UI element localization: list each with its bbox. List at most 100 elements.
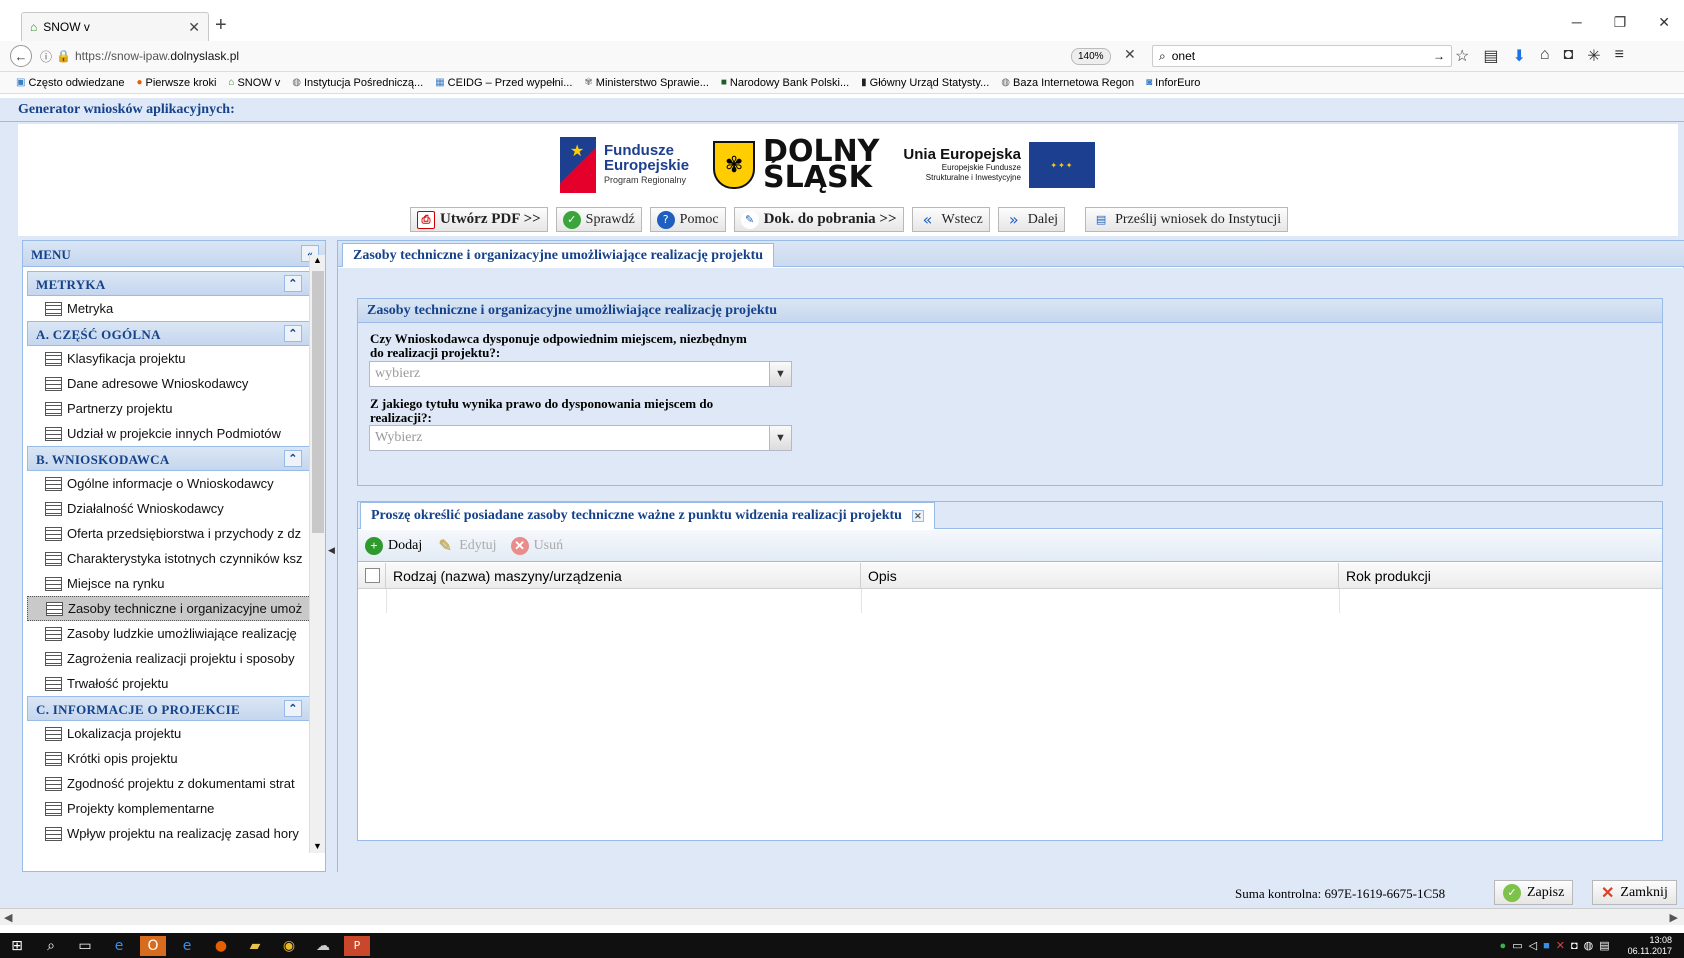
menu-item[interactable]: Udział w projekcie innych Podmiotów bbox=[27, 421, 311, 446]
column-header-year[interactable]: Rok produkcji bbox=[1339, 563, 1662, 589]
bookmark-item[interactable]: ▮ Główny Urząd Statysty... bbox=[861, 77, 989, 89]
menu-item[interactable]: Wpływ projektu na realizację zasad hory bbox=[27, 821, 311, 846]
bookmark-star-icon[interactable]: ☆ bbox=[1455, 46, 1469, 66]
bookmark-item[interactable]: ▣ Często odwiedzane bbox=[16, 77, 124, 89]
tab-zasoby-techniczne[interactable]: Zasoby techniczne i organizacyjne umożli… bbox=[342, 243, 775, 267]
search-icon[interactable]: ⌕ bbox=[38, 936, 64, 956]
menu-item[interactable]: Krótki opis projektu bbox=[27, 746, 311, 771]
scroll-thumb[interactable] bbox=[312, 271, 324, 533]
delete-button[interactable]: ✕ Usuń bbox=[510, 536, 563, 555]
browser-tab[interactable]: ⌂ SNOW v ✕ bbox=[21, 12, 209, 41]
volume-icon[interactable]: ◁ bbox=[1529, 939, 1537, 952]
menu-item[interactable]: Dane adresowe Wnioskodawcy bbox=[27, 371, 311, 396]
onedrive-icon[interactable]: ☁ bbox=[310, 936, 336, 956]
column-header-name[interactable]: Rodzaj (nazwa) maszyny/urządzenia bbox=[386, 563, 861, 589]
close-tab-icon[interactable]: ✕ bbox=[188, 19, 200, 36]
menu-item[interactable]: Projekty komplementarne bbox=[27, 796, 311, 821]
collapse-section-icon[interactable]: ⌃ bbox=[284, 275, 302, 292]
collapse-section-icon[interactable]: ⌃ bbox=[284, 450, 302, 467]
menu-item[interactable]: Trwałość projektu bbox=[27, 671, 311, 696]
chrome-icon[interactable]: ◉ bbox=[276, 936, 302, 956]
menu-scrollbar[interactable]: ▲ ▼ bbox=[309, 255, 325, 853]
close-window-icon[interactable]: ✕ bbox=[1658, 14, 1670, 31]
bookmark-item[interactable]: ▦ CEIDG – Przed wypełni... bbox=[435, 77, 572, 89]
file-explorer-icon[interactable]: ▰ bbox=[242, 936, 268, 956]
tray-app-icon[interactable]: ◍ bbox=[1584, 939, 1594, 952]
scroll-down-icon[interactable]: ▼ bbox=[313, 841, 322, 851]
add-button[interactable]: + Dodaj bbox=[365, 536, 422, 555]
menu-icon[interactable]: ≡ bbox=[1615, 46, 1624, 66]
menu-item[interactable]: Zagrożenia realizacji projektu i sposoby bbox=[27, 646, 311, 671]
panel-splitter[interactable]: ◀ bbox=[326, 240, 336, 872]
powerpoint-icon[interactable]: P bbox=[344, 935, 370, 956]
zoom-level[interactable]: 140% bbox=[1071, 48, 1111, 65]
bookmark-item[interactable]: ● Pierwsze kroki bbox=[136, 77, 216, 89]
menu-item[interactable]: Oferta przedsiębiorstwa i przychody z dz bbox=[27, 521, 311, 546]
menu-section[interactable]: B. WNIOSKODAWCA ⌃ bbox=[27, 446, 311, 471]
close-button[interactable]: ✕ Zamknij bbox=[1592, 880, 1677, 905]
save-button[interactable]: ✓ Zapisz bbox=[1494, 880, 1574, 905]
network-icon[interactable]: ▭ bbox=[1512, 939, 1522, 952]
search-input[interactable]: ⌕ onet → bbox=[1152, 45, 1452, 67]
grid-tab[interactable]: Proszę określić posiadane zasoby technic… bbox=[360, 502, 935, 529]
documents-button[interactable]: ✎ Dok. do pobrania >> bbox=[733, 207, 904, 232]
collapse-section-icon[interactable]: ⌃ bbox=[284, 700, 302, 717]
chevron-down-icon[interactable]: ▼ bbox=[769, 362, 791, 386]
menu-item[interactable]: Działalność Wnioskodawcy bbox=[27, 496, 311, 521]
menu-item[interactable]: Klasyfikacja projektu bbox=[27, 346, 311, 371]
create-pdf-button[interactable]: ⎙ Utwórz PDF >> bbox=[410, 207, 548, 232]
splitter-arrow-icon[interactable]: ◀ bbox=[328, 545, 335, 556]
back-arrow-icon[interactable]: ← bbox=[10, 45, 32, 67]
bookmark-item[interactable]: ◙ InforEuro bbox=[1146, 77, 1200, 89]
outlook-tray-icon[interactable]: ■ bbox=[1543, 940, 1550, 952]
ie-icon[interactable]: e bbox=[174, 936, 200, 956]
pocket-icon[interactable]: ◘ bbox=[1564, 46, 1574, 66]
menu-section[interactable]: A. CZĘŚĆ OGÓLNA ⌃ bbox=[27, 321, 311, 346]
bookmark-item[interactable]: ■ Narodowy Bank Polski... bbox=[721, 77, 849, 89]
check-button[interactable]: ✓ Sprawdź bbox=[555, 207, 642, 232]
menu-item[interactable]: Miejsce na rynku bbox=[27, 571, 311, 596]
bookmark-item[interactable]: ◍ Baza Internetowa Regon bbox=[1001, 77, 1134, 89]
edge-icon[interactable]: e bbox=[106, 936, 132, 956]
menu-item[interactable]: Zasoby ludzkie umożliwiające realizację bbox=[27, 621, 311, 646]
tray-app-icon[interactable]: ● bbox=[1500, 940, 1507, 952]
menu-section[interactable]: METRYKA ⌃ bbox=[27, 271, 311, 296]
bookmark-item[interactable]: ◍ Instytucja Pośredniczą... bbox=[292, 77, 423, 89]
menu-item[interactable]: Lokalizacja projektu bbox=[27, 721, 311, 746]
reading-list-icon[interactable]: ▤ bbox=[1483, 46, 1498, 66]
menu-item[interactable]: Metryka bbox=[27, 296, 311, 321]
send-button[interactable]: ▤ Prześlij wniosek do Instytucji bbox=[1085, 207, 1289, 232]
edit-button[interactable]: ✎ Edytuj bbox=[436, 537, 497, 555]
firefox-icon[interactable]: ● bbox=[208, 936, 234, 956]
scroll-left-icon[interactable]: ◀ bbox=[4, 911, 12, 924]
chevron-down-icon[interactable]: ▼ bbox=[769, 426, 791, 450]
bookmark-item[interactable]: ✾ Ministerstwo Sprawie... bbox=[584, 77, 708, 89]
menu-item[interactable]: Partnerzy projektu bbox=[27, 396, 311, 421]
menu-item[interactable]: Zgodność projektu z dokumentami strat bbox=[27, 771, 311, 796]
windows-start-icon[interactable]: ⊞ bbox=[4, 936, 30, 956]
collapse-section-icon[interactable]: ⌃ bbox=[284, 325, 302, 342]
tray-app-icon[interactable]: ◘ bbox=[1571, 940, 1578, 952]
new-tab-button[interactable]: + bbox=[215, 14, 227, 37]
download-icon[interactable]: ⬇ bbox=[1512, 46, 1525, 66]
clock[interactable]: 13:08 06.11.2017 bbox=[1628, 935, 1672, 957]
help-button[interactable]: ? Pomoc bbox=[649, 207, 726, 232]
url-bar[interactable]: ⓘ 🔒 https://snow-ipaw.dolnyslask.pl bbox=[40, 48, 239, 65]
scroll-up-icon[interactable]: ▲ bbox=[313, 255, 322, 265]
outlook-icon[interactable]: O bbox=[140, 935, 166, 956]
notifications-icon[interactable]: ▤ bbox=[1599, 939, 1609, 952]
menu-section[interactable]: C. INFORMACJE O PROJEKCIE ⌃ bbox=[27, 696, 311, 721]
minimize-icon[interactable]: ─ bbox=[1572, 14, 1582, 31]
restore-icon[interactable]: ❐ bbox=[1614, 14, 1627, 31]
menu-item[interactable]: Charakterystyka istotnych czynników ksz bbox=[27, 546, 311, 571]
bookmark-item[interactable]: ⌂ SNOW v bbox=[228, 77, 280, 89]
next-button[interactable]: » Dalej bbox=[997, 207, 1066, 232]
info-icon[interactable]: ⓘ bbox=[40, 48, 52, 65]
select-all-checkbox[interactable] bbox=[365, 568, 380, 583]
scroll-right-icon[interactable]: ▶ bbox=[1670, 911, 1678, 924]
task-view-icon[interactable]: ▭ bbox=[72, 936, 98, 956]
column-header-description[interactable]: Opis bbox=[861, 563, 1339, 589]
legal-title-select[interactable]: Wybierz ▼ bbox=[369, 425, 792, 451]
pdf-tray-icon[interactable]: ✕ bbox=[1556, 939, 1565, 952]
go-arrow-icon[interactable]: → bbox=[1433, 49, 1445, 63]
